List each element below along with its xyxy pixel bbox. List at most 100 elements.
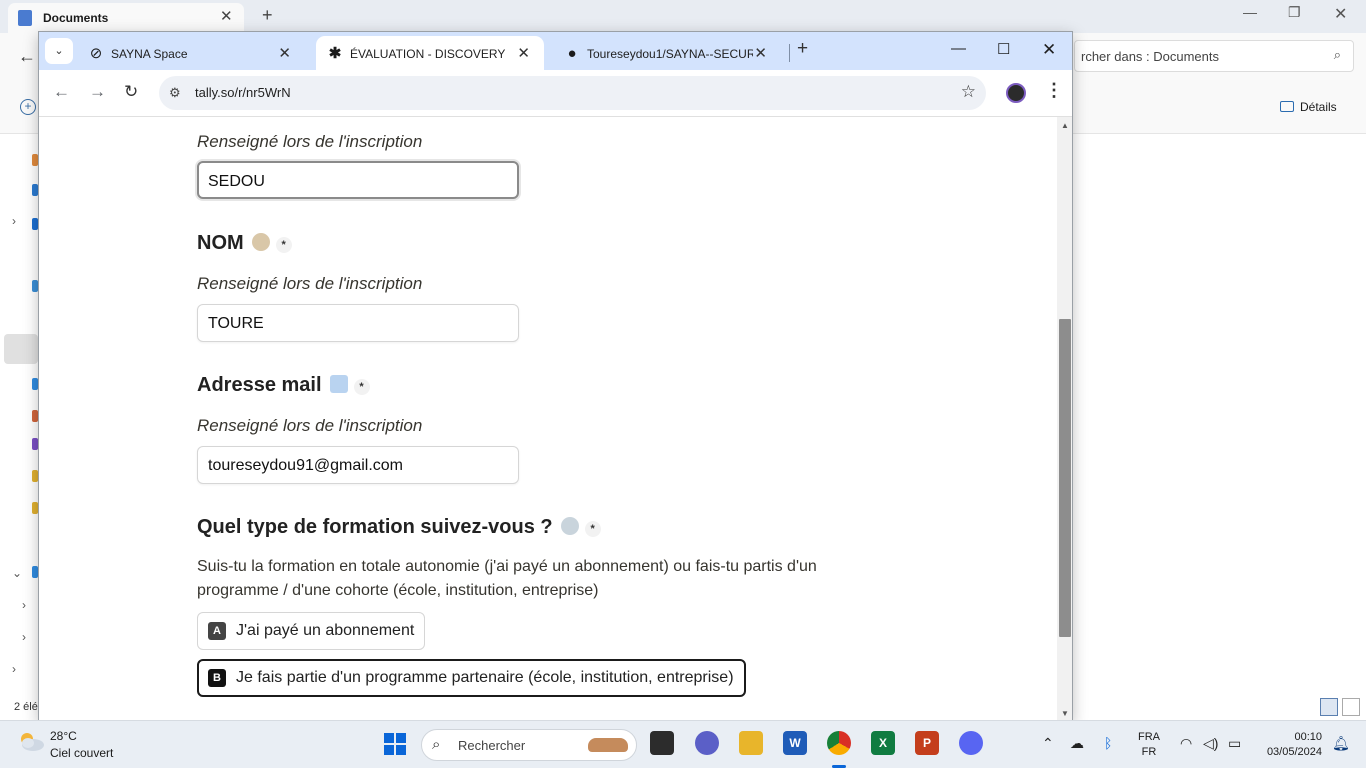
- explorer-search-box[interactable]: rcher dans : Documents ⌕: [1074, 40, 1354, 72]
- tab-github-repo[interactable]: ● Toureseydou1/SAYNA--SECURITY ✕: [553, 36, 781, 70]
- discord-icon[interactable]: [959, 731, 983, 755]
- bluetooth-icon[interactable]: ᛒ: [1104, 735, 1112, 751]
- site-info-icon[interactable]: ⚙: [169, 85, 181, 101]
- tab-label: Toureseydou1/SAYNA--SECURITY: [587, 47, 753, 61]
- taskbar-search-box[interactable]: ⌕ Rechercher: [421, 729, 637, 761]
- tiles-view-icon[interactable]: [1342, 698, 1360, 716]
- astronaut-emoji-icon: [251, 233, 270, 251]
- restore-icon[interactable]: ❐: [1288, 4, 1301, 21]
- tab-close-icon[interactable]: ✕: [517, 44, 530, 62]
- weather-description[interactable]: Ciel couvert: [50, 746, 113, 760]
- more-menu-icon[interactable]: ⋮: [1045, 80, 1063, 101]
- file-explorer-icon[interactable]: [739, 731, 763, 755]
- sayna-logo-icon: ⊘: [89, 45, 103, 62]
- page-scrollbar[interactable]: ▲ ▼: [1057, 117, 1072, 720]
- formation-description: Suis-tu la formation en totale autonomie…: [197, 558, 817, 599]
- scroll-down-arrow-icon[interactable]: ▼: [1061, 709, 1069, 718]
- minimize-icon[interactable]: —: [1243, 4, 1257, 20]
- cloud-offline-icon[interactable]: ☁: [1070, 735, 1084, 752]
- chevron-up-icon[interactable]: ⌃: [1042, 735, 1054, 752]
- nom-title-text: NOM: [197, 232, 244, 254]
- explorer-tab-documents[interactable]: Documents ✕: [8, 3, 244, 33]
- required-mark: *: [275, 237, 292, 253]
- teams-chat-icon[interactable]: [695, 731, 719, 755]
- required-mark: *: [353, 379, 370, 395]
- back-arrow-icon[interactable]: ←: [53, 82, 70, 102]
- forward-arrow-icon[interactable]: →: [89, 82, 106, 102]
- explorer-nav-pane: › ⌄ › › ›: [0, 134, 38, 720]
- address-bar[interactable]: ⚙ tally.so/r/nr5WrN ☆: [159, 76, 986, 110]
- notification-bell-icon[interactable]: 🔔︎: [1332, 735, 1350, 752]
- ufo-emoji-icon: [560, 517, 579, 535]
- chevron-right-icon[interactable]: ›: [22, 630, 26, 644]
- chevron-right-icon[interactable]: ›: [22, 598, 26, 612]
- option-label: J'ai payé un abonnement: [236, 622, 415, 639]
- windows-start-icon[interactable]: [384, 733, 406, 755]
- excel-icon[interactable]: X: [871, 731, 895, 755]
- browser-toolbar: ← → ↻ ⚙ tally.so/r/nr5WrN ☆ ⋮: [39, 70, 1072, 117]
- nom-input[interactable]: TOURE: [197, 304, 519, 342]
- clock-time: 00:10: [1294, 731, 1322, 743]
- tab-close-icon[interactable]: ✕: [754, 44, 767, 62]
- close-window-icon[interactable]: ✕: [1042, 40, 1056, 60]
- system-clock[interactable]: 00:10 03/05/2024: [1258, 730, 1322, 760]
- email-title-text: Adresse mail: [197, 374, 322, 396]
- view-toggle: [1320, 698, 1364, 721]
- chevron-right-icon[interactable]: ›: [12, 214, 16, 228]
- email-hint: Renseigné lors de l'inscription: [197, 416, 423, 435]
- minimize-icon[interactable]: —: [951, 40, 966, 57]
- tab-label: SAYNA Space: [111, 47, 188, 61]
- task-view-icon[interactable]: [650, 731, 674, 755]
- email-input[interactable]: toureseydou91@gmail.com: [197, 446, 519, 484]
- details-button[interactable]: Détails: [1280, 100, 1337, 114]
- tab-search-chevron-icon[interactable]: ⌄: [45, 38, 73, 64]
- chrome-icon[interactable]: [827, 731, 851, 755]
- documents-folder-icon: [18, 10, 32, 26]
- option-b-programme-partenaire[interactable]: B Je fais partie d'un programme partenai…: [197, 659, 746, 697]
- tab-evaluation-discovery[interactable]: ✱ ÉVALUATION - DISCOVERY ✕: [316, 36, 544, 70]
- bookmark-star-icon[interactable]: ☆: [961, 82, 976, 102]
- word-icon[interactable]: W: [783, 731, 807, 755]
- tab-separator: [789, 44, 790, 62]
- tab-sayna-space[interactable]: ⊘ SAYNA Space ✕: [77, 36, 305, 70]
- chevron-down-icon[interactable]: ⌄: [12, 566, 22, 580]
- taskbar: 28°C Ciel couvert ⌕ Rechercher W X P ⌃ ☁…: [0, 720, 1366, 768]
- scroll-up-arrow-icon[interactable]: ▲: [1061, 121, 1069, 130]
- explorer-tab-title: Documents: [43, 11, 109, 25]
- tab-close-icon[interactable]: ✕: [278, 44, 291, 62]
- chrome-window: ⌄ ⊘ SAYNA Space ✕ ✱ ÉVALUATION - DISCOVE…: [38, 31, 1073, 721]
- weather-temperature[interactable]: 28°C: [50, 729, 77, 743]
- github-icon: ●: [567, 45, 577, 62]
- envelope-emoji-icon: [329, 375, 348, 393]
- email-question-title: Adresse mail *: [197, 374, 370, 397]
- close-window-icon[interactable]: ✕: [1334, 4, 1347, 24]
- language-indicator[interactable]: FRA FR: [1138, 730, 1160, 760]
- nom-question-title: NOM *: [197, 232, 292, 255]
- tab-label: ÉVALUATION - DISCOVERY: [350, 47, 506, 61]
- scrollbar-thumb[interactable]: [1059, 319, 1071, 637]
- option-a-abonnement[interactable]: A J'ai payé un abonnement: [197, 612, 426, 650]
- url-text[interactable]: tally.so/r/nr5WrN: [195, 85, 291, 100]
- formation-question-title: Quel type de formation suivez-vous ? *: [197, 516, 601, 539]
- profile-avatar[interactable]: [1006, 83, 1026, 103]
- cloudy-weather-icon[interactable]: [16, 730, 46, 752]
- new-item-icon[interactable]: +: [20, 99, 36, 115]
- new-tab-button[interactable]: +: [797, 38, 808, 60]
- wifi-icon[interactable]: ◠: [1180, 735, 1192, 752]
- reload-icon[interactable]: ↻: [124, 82, 138, 102]
- chevron-right-icon[interactable]: ›: [12, 662, 16, 676]
- details-view-icon[interactable]: [1320, 698, 1338, 716]
- powerpoint-icon[interactable]: P: [915, 731, 939, 755]
- page-content: Renseigné lors de l'inscription SEDOU NO…: [39, 117, 1057, 720]
- close-icon[interactable]: ✕: [220, 7, 233, 25]
- explorer-search-placeholder: rcher dans : Documents: [1081, 49, 1220, 64]
- clock-date: 03/05/2024: [1266, 746, 1322, 758]
- volume-icon[interactable]: ◁): [1203, 735, 1218, 752]
- nav-selected-item[interactable]: [4, 334, 38, 364]
- language-primary: FRA: [1138, 731, 1160, 743]
- prenom-input[interactable]: SEDOU: [197, 161, 519, 199]
- new-tab-icon[interactable]: +: [262, 5, 273, 26]
- battery-icon[interactable]: ▭: [1228, 735, 1241, 752]
- back-arrow-icon[interactable]: ←: [18, 46, 36, 67]
- maximize-icon[interactable]: ☐: [997, 40, 1010, 58]
